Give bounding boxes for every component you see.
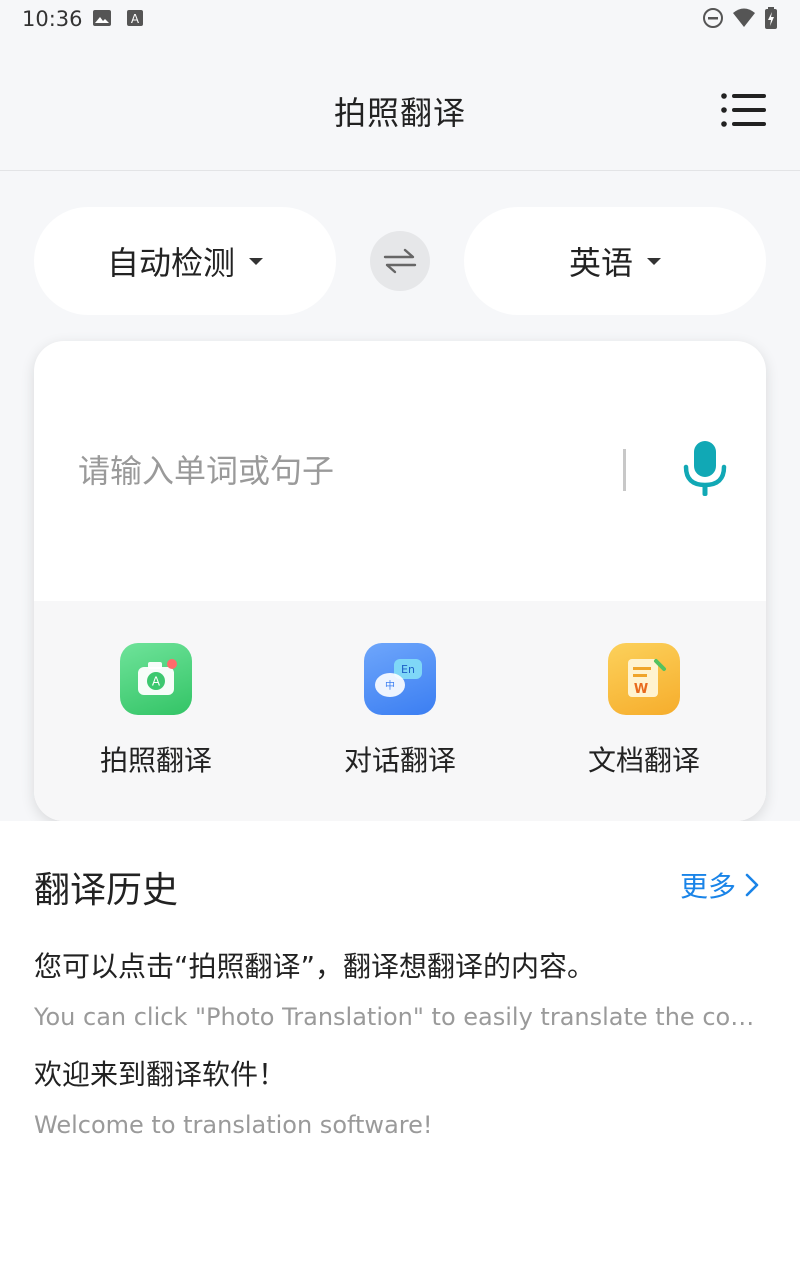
tool-label: 对话翻译: [343, 744, 456, 777]
camera-translate-icon: A: [120, 643, 192, 715]
tool-label: 拍照翻译: [99, 744, 212, 777]
history-title: 翻译历史: [34, 870, 179, 911]
history-translation-text: Welcome to translation software!: [34, 1111, 433, 1139]
source-language-selector[interactable]: 自动检测: [34, 207, 336, 315]
chat-translate-icon: En 中: [364, 643, 436, 715]
do-not-disturb-icon: [702, 7, 724, 33]
target-language-label: 英语: [568, 244, 633, 282]
input-row: [34, 341, 766, 601]
top-bar: 拍照翻译: [0, 38, 800, 171]
swap-arrows-icon[interactable]: [370, 231, 430, 291]
svg-text:En: En: [401, 663, 415, 676]
document-translate-icon: W: [608, 643, 680, 715]
history-source-text: 欢迎来到翻译软件！: [34, 1058, 287, 1091]
svg-text:W: W: [634, 682, 648, 697]
svg-text:A: A: [131, 12, 140, 26]
history-source-text: 您可以点击“拍照翻译”，翻译想翻译的内容。: [34, 950, 596, 983]
page-title: 拍照翻译: [333, 94, 466, 132]
svg-text:中: 中: [385, 679, 395, 692]
list-menu-icon[interactable]: [720, 92, 770, 128]
input-divider: [623, 449, 626, 491]
tool-dialog-translate[interactable]: En 中 对话翻译: [300, 643, 500, 793]
screen: 10:36 A 拍照翻译 自动检测 英语 请输入单词或句子 A 拍照翻译 En …: [0, 0, 800, 1280]
tools-row: A 拍照翻译 En 中 对话翻译 W 文档翻译: [34, 601, 766, 821]
text-input[interactable]: [78, 441, 598, 501]
tool-document-translate[interactable]: W 文档翻译: [544, 643, 744, 793]
a-box-icon: A: [126, 9, 144, 31]
caret-down-icon: [249, 257, 263, 265]
status-time: 10:36: [22, 7, 83, 31]
battery-charging-icon: [764, 7, 778, 33]
target-language-selector[interactable]: 英语: [464, 207, 766, 315]
translate-panel: 自动检测 英语 请输入单词或句子 A 拍照翻译 En 中 对话翻译 W 文档翻译: [0, 171, 800, 821]
svg-text:A: A: [152, 675, 161, 689]
status-bar: 10:36 A: [0, 0, 800, 38]
history-item[interactable]: 您可以点击“拍照翻译”，翻译想翻译的内容。 You can click "Pho…: [34, 945, 766, 1031]
tool-photo-translate[interactable]: A 拍照翻译: [56, 643, 256, 793]
input-card: A 拍照翻译 En 中 对话翻译: [34, 341, 766, 821]
caret-down-icon: [647, 257, 661, 265]
history-translation-text: You can click "Photo Translation" to eas…: [34, 1003, 766, 1031]
wifi-icon: [732, 7, 756, 33]
source-language-label: 自动检测: [106, 244, 235, 282]
history-section: 翻译历史 更多 您可以点击“拍照翻译”，翻译想翻译的内容。 You can cl…: [0, 821, 800, 1280]
more-label: 更多: [680, 870, 737, 903]
history-item[interactable]: 欢迎来到翻译软件！ Welcome to translation softwar…: [34, 1053, 766, 1139]
more-link[interactable]: 更多: [680, 865, 760, 905]
image-icon: [92, 9, 112, 31]
microphone-icon[interactable]: [682, 439, 728, 499]
tool-label: 文档翻译: [587, 744, 700, 777]
chevron-right-icon: [745, 873, 759, 897]
